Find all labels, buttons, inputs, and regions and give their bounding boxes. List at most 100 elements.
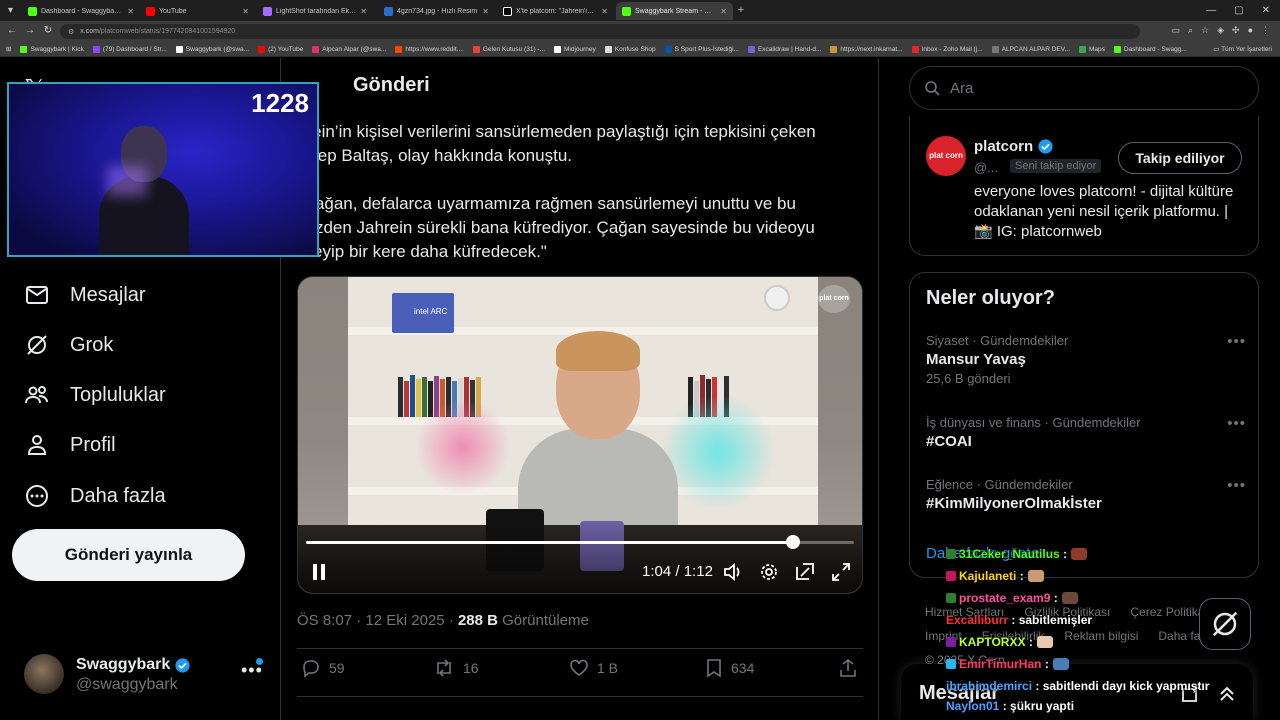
bookmark[interactable]: Gelen Kutusu (31) -... [472, 45, 545, 53]
menu-icon[interactable]: ⋮ [1261, 25, 1270, 36]
trends-panel: Neler oluyor? Siyaset · Gündemdekiler Ma… [909, 272, 1259, 578]
profile-name-row[interactable]: platcorn [974, 138, 1054, 155]
bookmark[interactable]: Dashboard - Swagg... [1113, 45, 1187, 53]
video-time: 1:04 / 1:12 [642, 563, 713, 580]
more-horizontal-icon[interactable]: ••• [1227, 333, 1246, 350]
star-icon[interactable]: ☆ [1201, 25, 1209, 36]
browser-tab[interactable]: Dashboard - Swaggybark Link ✕ [22, 2, 140, 20]
following-button[interactable]: Takip ediliyor [1118, 142, 1242, 174]
sidebar-item-messages[interactable]: Mesajlar [24, 275, 146, 315]
close-icon[interactable]: ✕ [720, 7, 727, 16]
sidebar-item-profile[interactable]: Profil [24, 425, 116, 465]
extension-icon[interactable]: ◈ [1217, 25, 1224, 36]
post-button[interactable]: Gönderi yayınla [12, 529, 245, 581]
bookmark[interactable]: Midjourney [554, 45, 596, 53]
profile-bio: everyone loves platcorn! - dijital kültü… [974, 183, 1234, 240]
forward-icon[interactable]: → [24, 25, 36, 37]
fullscreen-icon[interactable] [830, 561, 852, 583]
browser-tab-active[interactable]: Swaggybark Stream - Watch Liv ✕ [616, 2, 733, 20]
picture-in-picture-icon[interactable] [794, 561, 816, 583]
pause-icon[interactable] [308, 561, 330, 583]
back-icon[interactable]: ← [6, 25, 18, 37]
close-window-icon[interactable]: ✕ [1262, 5, 1270, 16]
profile-avatar-icon[interactable]: ● [1248, 25, 1253, 36]
bookmark[interactable]: https://www.reddit.... [395, 45, 464, 53]
apps-icon[interactable]: ⊞ [6, 45, 11, 53]
maximize-icon[interactable]: ▢ [1234, 5, 1243, 16]
grok-floating-button[interactable] [1199, 598, 1251, 650]
avatar[interactable]: plat corn [926, 136, 966, 176]
bookmark[interactable]: Konfuse Shop [604, 45, 656, 53]
repost-button[interactable]: 16 [433, 658, 479, 678]
sidebar-item-label: Profil [70, 433, 116, 456]
bookmark-label: https://www.reddit.... [405, 45, 464, 53]
close-icon[interactable]: ✕ [242, 7, 249, 16]
more-horizontal-icon[interactable]: ••• [1227, 415, 1246, 432]
bookmark-label: ALPCAN ALPAR DEV... [1001, 45, 1070, 53]
bookmark[interactable]: Inbox - Zoho Mail (j... [911, 45, 983, 53]
bookmark[interactable]: S Sport Plus-İstediği... [664, 45, 739, 53]
browser-tab[interactable]: YouTube ✕ [140, 2, 255, 20]
more-circle-icon [24, 483, 50, 509]
profile-name: platcorn [974, 138, 1034, 155]
trend-item[interactable]: Eğlence · Gündemdekiler #KimMilyonerOlma… [926, 477, 1246, 512]
close-icon[interactable]: ✕ [601, 7, 608, 16]
tab-search-icon[interactable]: ▾ [8, 0, 13, 21]
new-tab-button[interactable]: + [735, 4, 747, 16]
bookmark[interactable]: (2) YouTube [258, 45, 303, 53]
cast-icon[interactable]: ▭ [1171, 25, 1180, 36]
trend-item[interactable]: İş dünyası ve finans · Gündemdekiler #CO… [926, 415, 1246, 450]
bookmark[interactable]: Alpcan Alpar (@swa... [312, 45, 386, 53]
sidebar-item-grok[interactable]: Grok [24, 325, 113, 365]
trend-item[interactable]: Siyaset · Gündemdekiler Mansur Yavaş 25,… [926, 333, 1246, 386]
chevron-up-double-icon[interactable] [1217, 684, 1237, 709]
settings-gear-icon[interactable] [758, 561, 780, 583]
zoom-icon[interactable]: ⌕ [1188, 25, 1193, 36]
like-button[interactable]: 1 B [569, 658, 618, 678]
video-player[interactable]: intel ARC plat corn 1:04 / 1:12 [297, 276, 863, 594]
stream-chat-overlay: 31Ceker_Nautilus : Kajulaneti : prostate… [946, 547, 1209, 717]
bookmark[interactable]: ALPCAN ALPAR DEV... [991, 45, 1070, 53]
search-input[interactable]: Ara [909, 66, 1259, 110]
video-progress-fill [306, 541, 794, 544]
puzzle-icon[interactable]: ✣ [1232, 25, 1240, 36]
address-bar-row: ← → ↻ ⚙ x.com/platcornweb/status/1977420… [0, 21, 1280, 42]
browser-tab[interactable]: LightShot tarafından Ekran Görü ✕ [257, 2, 373, 20]
tweet-timestamp[interactable]: ÖS 8:07 · 12 Eki 2025 · [297, 612, 454, 629]
bookmark-label: Excalidraw | Hand-d... [757, 45, 822, 53]
browser-tab[interactable]: X'te platcorn: "Jahrein'in kişi ✕ [497, 2, 614, 20]
video-current-time: 1:04 [642, 563, 672, 580]
minimize-icon[interactable]: — [1206, 5, 1216, 16]
bookmark[interactable]: https://next.inkarnat... [830, 45, 903, 53]
bookmark[interactable]: Swaggybark (@swa... [175, 45, 249, 53]
bookmark[interactable]: Maps [1078, 45, 1105, 53]
site-info-icon[interactable]: ⚙ [68, 28, 74, 36]
share-icon [840, 658, 856, 677]
chat-text: : [1053, 591, 1058, 605]
close-icon[interactable]: ✕ [360, 7, 367, 16]
reply-button[interactable]: 59 [301, 658, 345, 678]
bookmark[interactable]: Excalidraw | Hand-d... [747, 45, 822, 53]
close-icon[interactable]: ✕ [482, 7, 489, 16]
more-horizontal-icon[interactable]: ••• [1227, 477, 1246, 494]
search-icon [925, 81, 940, 96]
repost-count: 16 [463, 660, 479, 676]
chat-message: 31Ceker_Nautilus : [946, 547, 1088, 561]
url-input[interactable]: ⚙ x.com/platcornweb/status/1977420841001… [60, 24, 1140, 39]
all-bookmarks[interactable]: ▭ Tüm Yer İşaretleri [1213, 45, 1272, 53]
tweet-actions: 59 16 1 B 634 [301, 658, 861, 686]
bookmark[interactable]: (79) Dashboard / Str... [92, 45, 167, 53]
sidebar-item-more[interactable]: Daha fazla [24, 476, 166, 516]
volume-icon[interactable] [722, 561, 744, 583]
bookmark-button[interactable]: 634 [705, 658, 754, 678]
share-button[interactable] [839, 658, 865, 678]
browser-tab[interactable]: 4gzn734.jpg - Hızlı Resim ✕ [378, 2, 495, 20]
bookmark[interactable]: Swaggybark | Kick [20, 45, 84, 53]
account-switcher[interactable]: Swaggybark @swaggybark ••• [24, 654, 274, 702]
sidebar-item-communities[interactable]: Topluluklar [24, 375, 166, 415]
chat-message: KAPTORXX : [946, 635, 1053, 649]
video-progress-bar[interactable] [306, 535, 854, 549]
close-icon[interactable]: ✕ [127, 7, 134, 16]
chat-username: ibrahimdemirci [946, 679, 1033, 693]
reload-icon[interactable]: ↻ [42, 25, 54, 37]
